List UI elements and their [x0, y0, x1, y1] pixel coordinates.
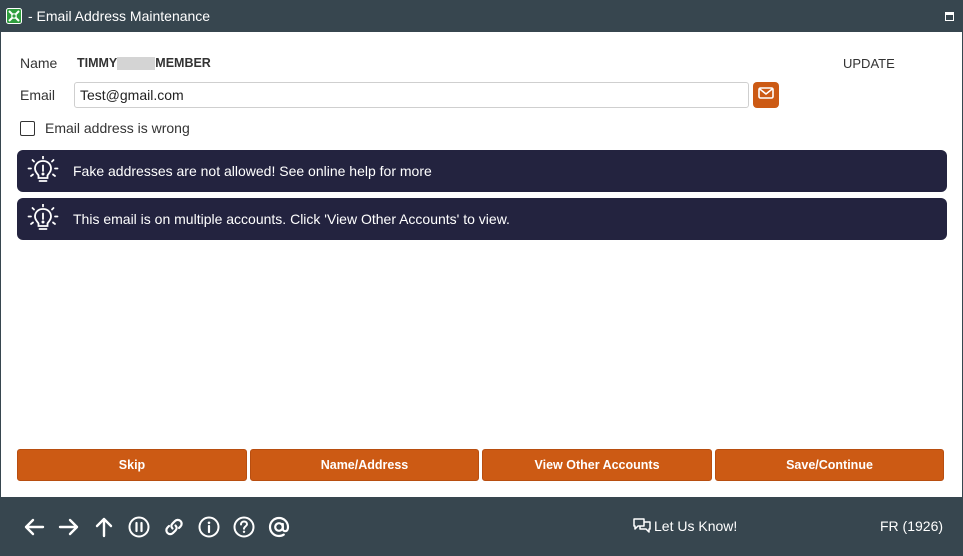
- window-restore-icon[interactable]: [945, 12, 954, 21]
- name-row: Name TIMMY MEMBER UPDATE: [20, 53, 940, 73]
- info-icon[interactable]: [197, 515, 221, 539]
- help-icon[interactable]: [232, 515, 256, 539]
- main-content: Name TIMMY MEMBER UPDATE Email Email add…: [0, 32, 963, 497]
- email-wrong-label: Email address is wrong: [45, 120, 190, 136]
- redacted-block: [117, 56, 156, 70]
- alert-text: This email is on multiple accounts. Clic…: [73, 211, 510, 227]
- lightbulb-icon: [23, 198, 63, 240]
- chat-bubbles-icon: [632, 517, 652, 535]
- at-icon[interactable]: [267, 515, 291, 539]
- name-address-button[interactable]: Name/Address: [250, 449, 479, 481]
- arrow-right-icon[interactable]: [57, 515, 81, 539]
- lightbulb-icon: [23, 150, 63, 192]
- let-us-know-link[interactable]: Let Us Know!: [632, 517, 737, 535]
- member-name: TIMMY MEMBER: [77, 56, 211, 70]
- envelope-icon: [758, 86, 774, 104]
- window-title: - Email Address Maintenance: [28, 8, 211, 24]
- arrow-left-icon[interactable]: [22, 515, 46, 539]
- footer-bar: Let Us Know! FR (1926): [0, 497, 963, 556]
- email-wrong-checkbox[interactable]: [20, 120, 35, 136]
- view-other-accounts-button[interactable]: View Other Accounts: [482, 449, 712, 481]
- arrow-up-icon[interactable]: [92, 515, 116, 539]
- send-email-button[interactable]: [753, 82, 779, 108]
- member-first-name: TIMMY: [77, 56, 118, 70]
- email-wrong-row: Email address is wrong: [20, 120, 190, 136]
- mode-label: UPDATE: [843, 55, 895, 71]
- save-continue-button[interactable]: Save/Continue: [715, 449, 944, 481]
- name-label: Name: [20, 55, 58, 71]
- title-bar: - Email Address Maintenance: [0, 0, 963, 32]
- status-code: FR (1926): [880, 518, 944, 534]
- link-icon[interactable]: [162, 515, 186, 539]
- alert-fake-address: Fake addresses are not allowed! See onli…: [17, 150, 947, 192]
- email-label: Email: [20, 87, 56, 103]
- email-field[interactable]: [74, 82, 749, 108]
- email-row: Email: [20, 82, 940, 108]
- app-logo-icon: [6, 8, 22, 24]
- alert-multiple-accounts: This email is on multiple accounts. Clic…: [17, 198, 947, 240]
- member-last-name: MEMBER: [155, 56, 211, 70]
- skip-button[interactable]: Skip: [17, 449, 247, 481]
- alert-text: Fake addresses are not allowed! See onli…: [73, 163, 432, 179]
- let-us-know-label: Let Us Know!: [654, 518, 738, 534]
- pause-icon[interactable]: [127, 515, 151, 539]
